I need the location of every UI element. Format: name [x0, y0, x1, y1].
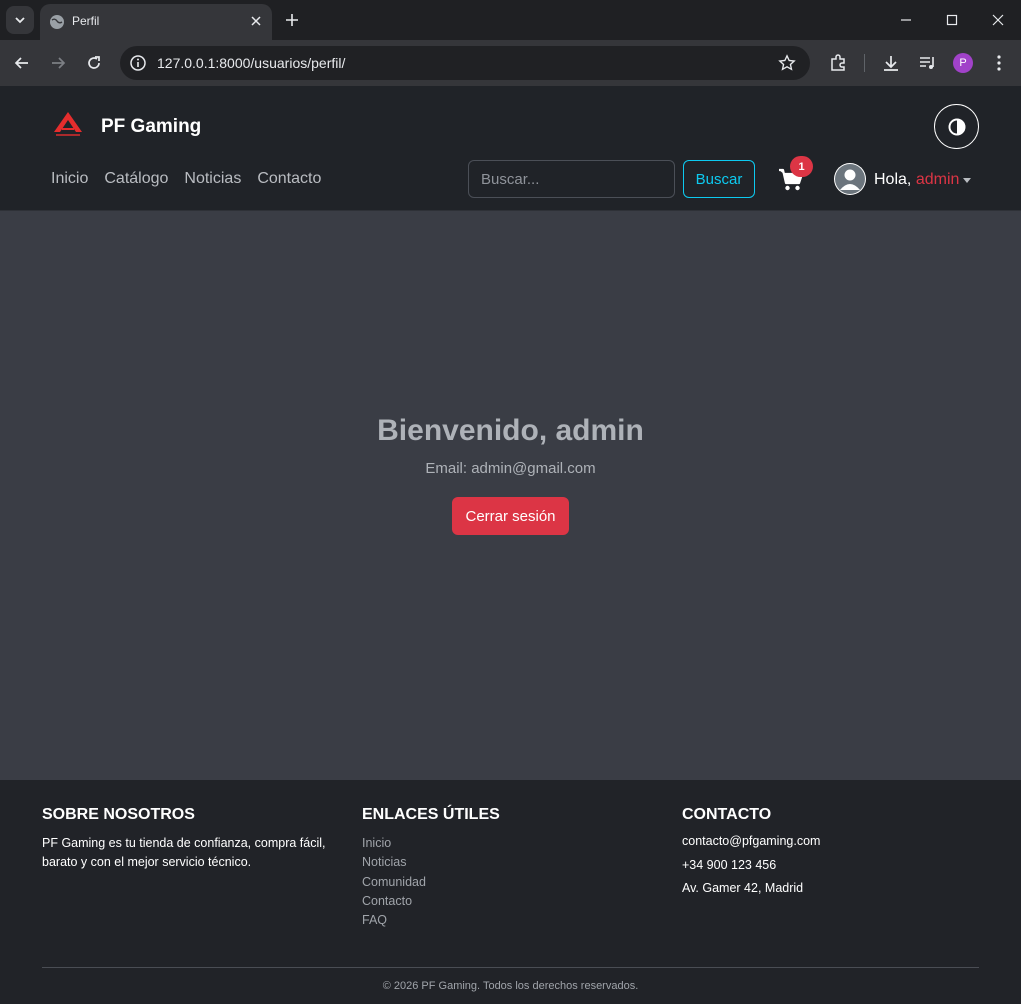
close-icon[interactable] — [248, 13, 264, 29]
nav-link-catalogo[interactable]: Catálogo — [104, 170, 168, 188]
extensions-icon[interactable] — [828, 53, 848, 73]
brand-name[interactable]: PF Gaming — [101, 116, 201, 138]
browser-tab[interactable]: Perfil — [40, 4, 272, 40]
cart-count-badge: 1 — [790, 156, 813, 177]
toolbar-divider — [864, 54, 865, 72]
footer-contact: CONTACTO contacto@pfgaming.com +34 900 1… — [682, 806, 972, 901]
main-nav: Inicio Catálogo Noticias Contacto — [51, 170, 321, 188]
theme-toggle-button[interactable] — [934, 104, 979, 149]
footer-contact-title: CONTACTO — [682, 806, 772, 823]
contact-email: contacto@pfgaming.com — [682, 834, 821, 848]
browser-tab-bar: Perfil — [0, 0, 1021, 40]
forward-arrow-icon[interactable] — [48, 53, 68, 73]
caret-down-icon[interactable] — [963, 178, 971, 183]
footer-divider — [42, 967, 979, 968]
footer-link-inicio[interactable]: Inicio — [362, 834, 642, 853]
greeting-text: Hola, — [874, 171, 912, 188]
user-greeting[interactable]: Hola, admin — [874, 171, 959, 189]
user-email: Email: admin@gmail.com — [425, 460, 596, 477]
site-footer: SOBRE NOSOTROS PF Gaming es tu tienda de… — [0, 780, 1021, 1004]
address-bar[interactable]: 127.0.0.1:8000/usuarios/perfil/ — [120, 46, 810, 80]
profile-main: Bienvenido, admin Email: admin@gmail.com… — [0, 211, 1021, 780]
user-icon — [835, 164, 865, 194]
contrast-icon — [948, 118, 965, 135]
footer-about: SOBRE NOSOTROS PF Gaming es tu tienda de… — [42, 806, 342, 872]
maximize-icon[interactable] — [944, 12, 960, 28]
nav-link-noticias[interactable]: Noticias — [184, 170, 241, 188]
welcome-heading: Bienvenido, admin — [377, 414, 644, 447]
footer-about-title: SOBRE NOSOTROS — [42, 806, 195, 823]
new-tab-icon[interactable] — [282, 10, 302, 30]
url-text[interactable]: 127.0.0.1:8000/usuarios/perfil/ — [157, 55, 345, 71]
download-icon[interactable] — [881, 53, 901, 73]
contact-address: Av. Gamer 42, Madrid — [682, 881, 804, 895]
copyright-text: © 2026 PF Gaming. Todos los derechos res… — [382, 980, 639, 992]
footer-links-title: ENLACES ÚTILES — [362, 806, 500, 823]
username: admin — [915, 171, 960, 188]
search-input[interactable] — [468, 160, 675, 198]
footer-link-noticias[interactable]: Noticias — [362, 853, 642, 872]
back-arrow-icon[interactable] — [12, 53, 32, 73]
profile-avatar[interactable]: P — [953, 53, 973, 73]
globe-icon — [50, 15, 64, 29]
pf-gaming-logo[interactable] — [53, 111, 83, 137]
footer-links: ENLACES ÚTILES Inicio Noticias Comunidad… — [362, 806, 642, 930]
site-header: PF Gaming Inicio Catálogo Noticias Conta… — [0, 86, 1021, 211]
nav-link-inicio[interactable]: Inicio — [51, 170, 88, 188]
reload-icon[interactable] — [84, 53, 104, 73]
footer-about-text: PF Gaming es tu tienda de confianza, com… — [42, 836, 326, 869]
browser-toolbar: 127.0.0.1:8000/usuarios/perfil/ P — [0, 40, 1021, 86]
search-button[interactable]: Buscar — [683, 160, 755, 198]
window-close-icon[interactable] — [990, 12, 1006, 28]
site-info-icon[interactable] — [128, 53, 148, 73]
bookmark-star-icon[interactable] — [778, 54, 796, 72]
footer-link-contacto[interactable]: Contacto — [362, 892, 642, 911]
logout-button[interactable]: Cerrar sesión — [452, 497, 569, 535]
nav-link-contacto[interactable]: Contacto — [257, 170, 321, 188]
footer-link-faq[interactable]: FAQ — [362, 911, 642, 930]
media-playlist-icon[interactable] — [918, 53, 938, 73]
footer-link-comunidad[interactable]: Comunidad — [362, 873, 642, 892]
contact-phone: +34 900 123 456 — [682, 857, 777, 872]
minimize-icon[interactable] — [898, 12, 914, 28]
tab-search-button[interactable] — [6, 6, 34, 34]
chevron-down-icon — [15, 17, 25, 24]
tab-title: Perfil — [72, 14, 100, 28]
user-avatar[interactable] — [834, 163, 866, 195]
kebab-menu-icon[interactable] — [989, 53, 1009, 73]
